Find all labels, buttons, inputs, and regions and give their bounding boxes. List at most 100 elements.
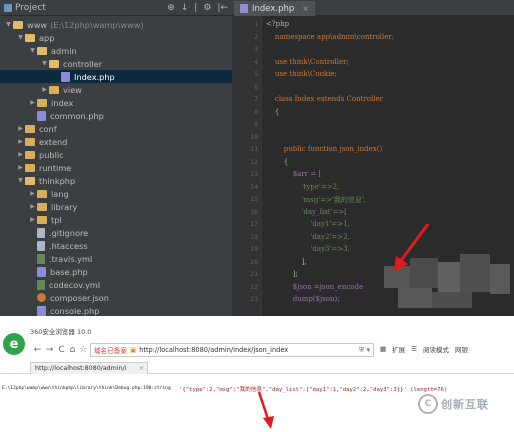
bookmark-icon[interactable]: ☆ xyxy=(78,342,89,358)
folder-icon xyxy=(25,33,35,42)
tree-item[interactable]: ▶ library xyxy=(0,200,232,213)
tree-item[interactable]: ▼ thinkphp xyxy=(0,174,232,187)
tree-item-label: thinkphp xyxy=(39,175,76,186)
file-icon xyxy=(37,240,45,251)
watermark-text: 创新互联 xyxy=(441,398,489,411)
project-tree: ▼ www (E:\12php\wamp\www) ▼ app ▼ admin ▼ contro… xyxy=(0,16,232,316)
tree-item[interactable]: ▶ runtime xyxy=(0,161,232,174)
close-icon[interactable]: × xyxy=(302,4,309,13)
chevron-down-icon[interactable]: ▼ xyxy=(16,34,25,41)
chevron-right-icon[interactable]: ▶ xyxy=(16,164,25,171)
chevron-right-icon[interactable]: ▶ xyxy=(28,190,37,197)
chevron-right-icon[interactable]: ▶ xyxy=(16,125,25,132)
tree-item[interactable]: ▶ view xyxy=(0,83,232,96)
project-tool-icon[interactable]: ⚙ xyxy=(203,3,211,13)
line-number: 20 xyxy=(250,257,258,266)
tree-item[interactable]: .gitignore xyxy=(0,226,232,239)
code-line: ], xyxy=(266,257,307,266)
tree-item[interactable]: ▼ admin xyxy=(0,44,232,57)
tree-item[interactable]: console.php xyxy=(0,304,232,316)
line-number: 3 xyxy=(254,45,258,53)
project-tool-icon[interactable]: ⊕ xyxy=(167,3,175,13)
code-line: 'day1'=>1, xyxy=(266,220,350,228)
tree-item-label: extend xyxy=(39,136,68,147)
folder-icon xyxy=(37,98,47,107)
chevron-right-icon[interactable]: ▶ xyxy=(16,138,25,145)
chevron-down-icon[interactable]: ▼ xyxy=(4,21,13,28)
tree-item[interactable]: ▶ tpl xyxy=(0,213,232,226)
tree-item[interactable]: .travis.yml xyxy=(0,252,232,265)
chevron-down-icon[interactable]: ▼ xyxy=(28,47,37,54)
menu-icon[interactable]: ☰ xyxy=(411,345,417,353)
security-shield-icon[interactable]: ⛨ ▾ xyxy=(359,346,370,355)
tree-item[interactable]: base.php xyxy=(0,265,232,278)
folder-icon xyxy=(37,215,47,224)
address-input[interactable]: http://localhost:8080/admin/index/json_i… xyxy=(139,346,288,354)
code-line: dump($json); xyxy=(266,295,340,303)
project-tool-icon[interactable]: | xyxy=(194,3,197,13)
tree-item-label: .htaccess xyxy=(49,240,88,251)
line-number: 6 xyxy=(254,82,258,91)
editor-tab-index-php[interactable]: Index.php × xyxy=(234,1,315,16)
forward-icon[interactable]: → xyxy=(44,342,55,358)
project-panel-header: Project ⊕ ↓ | ⚙ |← xyxy=(0,0,232,16)
browser-tab[interactable]: http://localhost:8080/admin/i × xyxy=(30,362,148,374)
address-bar[interactable]: 域名已备案 ▣ http://localhost:8080/admin/inde… xyxy=(90,343,374,357)
tree-item[interactable]: ▼ controller xyxy=(0,57,232,70)
line-number: 18 xyxy=(250,232,258,241)
reading-mode-button[interactable]: 阅读模式 xyxy=(423,344,449,354)
tree-item[interactable]: codecov.yml xyxy=(0,278,232,291)
folder-icon xyxy=(49,85,59,94)
browser-right-tools: ▦ 扩展 ☰ 阅读模式 网银 xyxy=(380,344,468,354)
chevron-right-icon[interactable]: ▶ xyxy=(28,216,37,223)
code-line: use think\Cookie; xyxy=(266,70,337,78)
back-icon[interactable]: ← xyxy=(32,342,43,358)
tree-item-label: index xyxy=(51,97,74,108)
reload-icon[interactable]: C xyxy=(56,342,67,358)
grid-icon[interactable]: ▦ xyxy=(380,345,386,353)
chevron-right-icon[interactable]: ▶ xyxy=(40,86,49,93)
extensions-button[interactable]: 扩展 xyxy=(392,344,405,354)
code-line: ]; xyxy=(266,270,298,278)
browser-title-bar: 360安全浏览器 10.0 xyxy=(0,324,514,338)
project-tool-icon[interactable]: |← xyxy=(217,3,228,13)
online-banking-button[interactable]: 网银 xyxy=(455,344,468,354)
line-number: 8 xyxy=(254,107,258,116)
project-tool-icon[interactable]: ↓ xyxy=(181,3,189,13)
folder-icon xyxy=(25,163,35,172)
chevron-right-icon[interactable]: ▶ xyxy=(28,99,37,106)
tree-item-label: lang xyxy=(51,188,69,199)
tree-item[interactable]: ▼ www (E:\12php\wamp\www) xyxy=(0,18,232,31)
chevron-down-icon[interactable]: ▼ xyxy=(16,177,25,184)
red-arrow-annotation-browser xyxy=(257,391,274,429)
close-icon[interactable]: × xyxy=(139,365,144,372)
home-icon[interactable]: ⌂ xyxy=(67,342,78,358)
line-number: 14 xyxy=(250,182,258,191)
tree-item[interactable]: ▶ conf xyxy=(0,122,232,135)
tree-item[interactable]: .htaccess xyxy=(0,239,232,252)
tree-item[interactable]: Index.php xyxy=(0,70,232,83)
chevron-right-icon[interactable]: ▶ xyxy=(16,151,25,158)
tree-item-label: composer.json xyxy=(50,292,109,303)
tree-item[interactable]: common.php xyxy=(0,109,232,122)
tree-item[interactable]: composer.json xyxy=(0,291,232,304)
browser-tab-label: http://localhost:8080/admin/i xyxy=(35,365,127,372)
file-icon xyxy=(37,110,46,121)
tree-item[interactable]: ▶ lang xyxy=(0,187,232,200)
tree-item[interactable]: ▶ extend xyxy=(0,135,232,148)
chevron-right-icon[interactable]: ▶ xyxy=(28,203,37,210)
tree-item-label: admin xyxy=(51,45,77,56)
line-number: 7 xyxy=(254,95,258,103)
chevron-down-icon[interactable]: ▼ xyxy=(40,60,49,67)
tree-item[interactable]: ▶ index xyxy=(0,96,232,109)
project-panel-title[interactable]: Project xyxy=(15,3,46,13)
file-icon xyxy=(37,293,46,302)
tree-item-label: www xyxy=(27,19,48,30)
file-icon xyxy=(37,227,45,238)
tree-item[interactable]: ▼ app xyxy=(0,31,232,44)
folder-icon xyxy=(37,46,47,55)
page-info-icon: ▣ xyxy=(129,346,137,354)
project-icon xyxy=(4,3,12,12)
php-file-icon xyxy=(240,4,248,13)
tree-item[interactable]: ▶ public xyxy=(0,148,232,161)
